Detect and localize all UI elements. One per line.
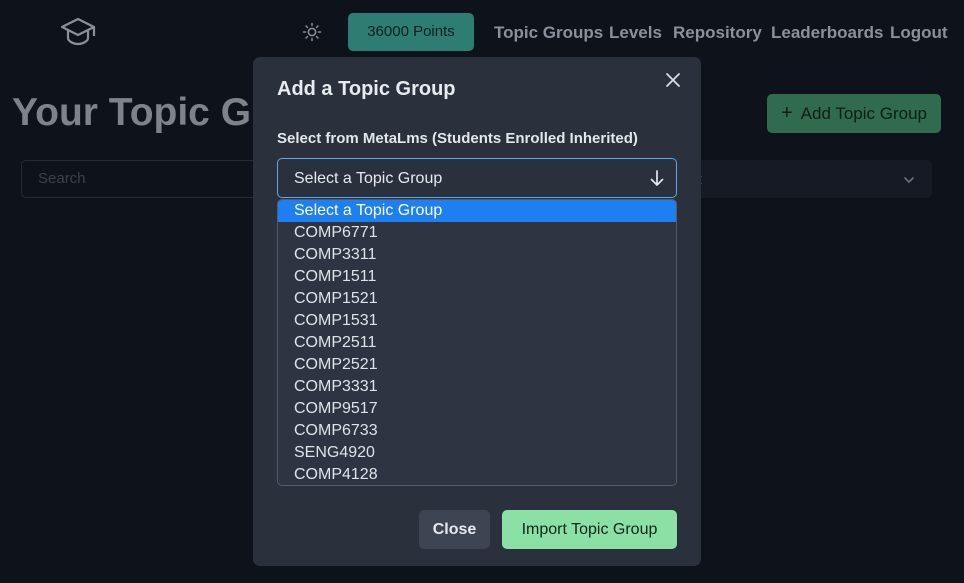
close-icon[interactable] [663, 70, 683, 90]
dropdown-option[interactable]: COMP3311 [278, 244, 676, 266]
nav-link-logout[interactable]: Logout [890, 22, 948, 44]
add-topic-group-label: Add Topic Group [800, 104, 927, 123]
nav-link-repository[interactable]: Repository [673, 22, 762, 44]
nav-link-leaderboards[interactable]: Leaderboards [771, 22, 883, 44]
dropdown-option[interactable]: COMP6771 [278, 222, 676, 244]
select-current-value: Select a Topic Group [294, 170, 443, 187]
chevron-down-icon [902, 173, 916, 187]
dropdown-option[interactable]: Select a Topic Group [278, 200, 676, 222]
modal-title: Add a Topic Group [277, 78, 456, 100]
plus-icon: + [780, 102, 793, 124]
dropdown-option[interactable]: COMP2511 [278, 332, 676, 354]
arrow-down-icon [648, 169, 666, 187]
dropdown-option[interactable]: COMP2521 [278, 354, 676, 376]
import-topic-group-button[interactable]: Import Topic Group [502, 510, 677, 549]
dropdown-option[interactable]: COMP1521 [278, 288, 676, 310]
close-button[interactable]: Close [419, 510, 490, 549]
dropdown-option[interactable]: COMP1511 [278, 266, 676, 288]
dropdown-option[interactable]: SENG4920 [278, 442, 676, 464]
dropdown-option[interactable]: COMP9517 [278, 398, 676, 420]
topic-group-select-label: Select from MetaLms (Students Enrolled I… [277, 130, 638, 147]
add-topic-group-button[interactable]: + Add Topic Group [767, 94, 941, 133]
dropdown-option[interactable]: COMP6733 [278, 420, 676, 442]
dropdown-option[interactable]: COMP4128 [278, 464, 676, 485]
graduation-cap-icon[interactable] [60, 16, 96, 48]
page-title: Your Topic Gr [12, 91, 267, 134]
nav-link-topic-groups[interactable]: Topic Groups [494, 22, 603, 44]
dropdown-option[interactable]: COMP1531 [278, 310, 676, 332]
topic-group-select[interactable]: Select a Topic Group [277, 158, 677, 198]
nav-link-levels[interactable]: Levels [609, 22, 662, 44]
dropdown-option[interactable]: COMP3331 [278, 376, 676, 398]
topic-group-options-list: Select a Topic Group COMP6771 COMP3311 COMP… [277, 199, 677, 486]
theme-toggle-sun-icon[interactable] [302, 22, 322, 42]
points-button[interactable]: 36000 Points [348, 13, 474, 51]
